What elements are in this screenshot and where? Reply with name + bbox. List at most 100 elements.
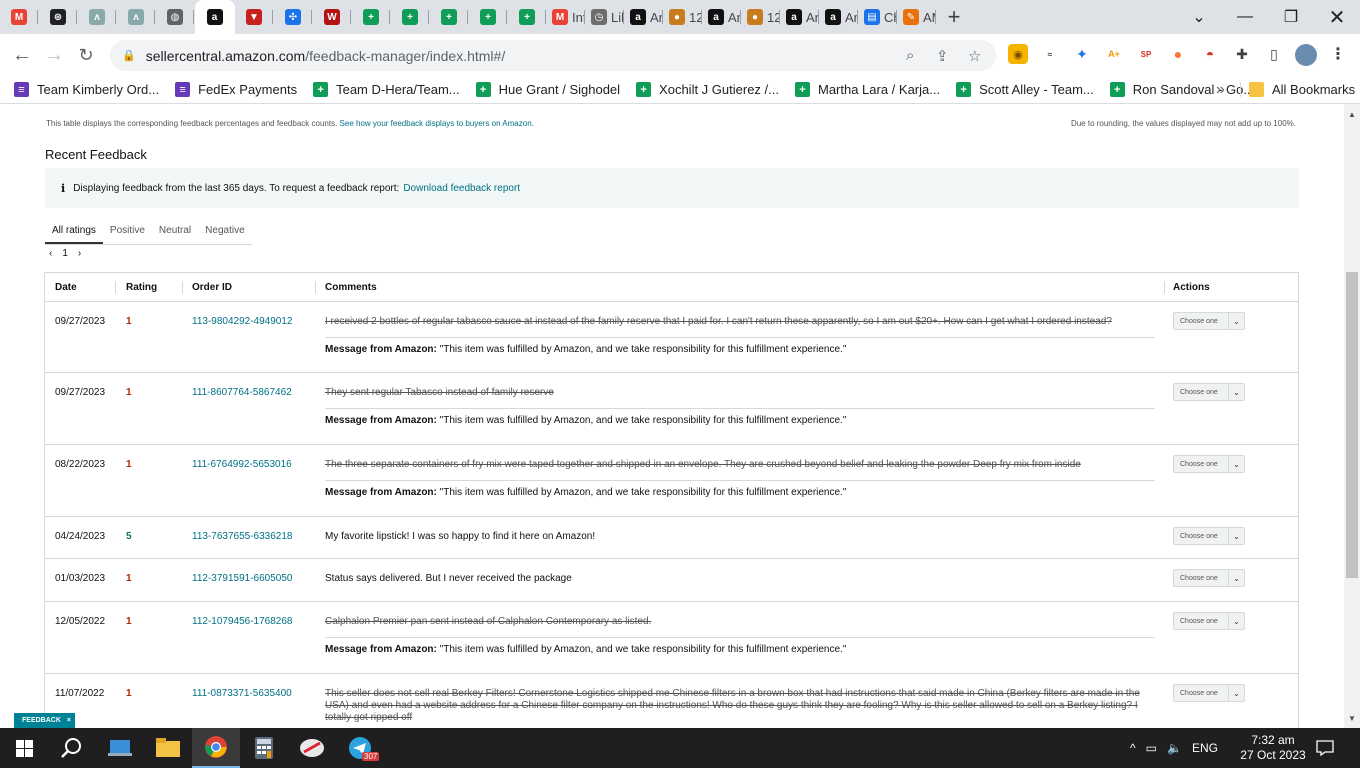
scroll-thumb[interactable] — [1346, 272, 1358, 578]
tray-chevron-icon[interactable]: ^ — [1130, 741, 1136, 755]
filter-tab-neutral[interactable]: Neutral — [152, 218, 198, 244]
firefox-extension-icon[interactable]: ● — [1168, 44, 1188, 64]
row-order-id-link[interactable]: 113-7637655-6336218 — [192, 531, 292, 542]
bookmark-item[interactable]: + Team D-Hera/Team... — [305, 82, 468, 97]
browser-tab[interactable]: aAn — [703, 0, 742, 34]
current-page[interactable]: 1 — [62, 248, 68, 259]
new-tab-button[interactable]: + — [937, 0, 971, 34]
browser-tab[interactable]: + — [391, 0, 430, 34]
side-panel-icon[interactable]: ▯ — [1264, 44, 1284, 64]
action-select[interactable]: Choose one ⌄ — [1173, 383, 1245, 401]
taskbar-app-snip[interactable] — [288, 728, 336, 768]
close-window-button[interactable]: ✕ — [1314, 0, 1360, 34]
action-select[interactable]: Choose one ⌄ — [1173, 684, 1245, 702]
search-button[interactable] — [48, 728, 96, 768]
col-order-id[interactable]: Order ID — [192, 282, 232, 293]
forward-button[interactable]: → — [38, 39, 70, 71]
taskbar-app-calculator[interactable] — [240, 728, 288, 768]
zoom-icon[interactable]: ⌕ — [906, 47, 914, 64]
restore-button[interactable]: ❐ — [1268, 0, 1314, 34]
feedback-widget-close-icon[interactable]: × — [67, 717, 71, 724]
language-indicator[interactable]: ENG — [1192, 741, 1218, 755]
back-button[interactable]: ← — [6, 39, 38, 71]
scroll-up-icon[interactable]: ▲ — [1348, 110, 1356, 119]
bookmark-item[interactable]: + Hue Grant / Sighodel — [468, 82, 628, 97]
browser-tab[interactable]: aAn — [781, 0, 820, 34]
minimize-button[interactable]: — — [1222, 0, 1268, 34]
row-order-id-link[interactable]: 111-8607764-5867462 — [192, 387, 292, 398]
filter-tab-positive[interactable]: Positive — [103, 218, 152, 244]
col-date[interactable]: Date — [55, 282, 77, 293]
taskbar-app-chrome[interactable] — [192, 728, 240, 768]
bookmark-item[interactable]: + Xochilt J Gutierez /... — [628, 82, 787, 97]
filter-tab-all-ratings[interactable]: All ratings — [45, 218, 103, 244]
alert-extension-icon[interactable]: SP — [1136, 44, 1156, 64]
bookmark-item[interactable]: ≡ FedEx Payments — [167, 82, 305, 97]
row-order-id-link[interactable]: 112-3791591-6605050 — [192, 573, 292, 584]
action-select[interactable]: Choose one ⌄ — [1173, 612, 1245, 630]
browser-tab[interactable]: aAn — [820, 0, 859, 34]
row-order-id-link[interactable]: 111-0873371-5635400 — [192, 688, 292, 699]
address-bar[interactable]: 🔒 sellercentral.amazon.com/feedback-mana… — [110, 40, 996, 71]
filter-tab-negative[interactable]: Negative — [198, 218, 251, 244]
bookmarks-overflow-button[interactable]: » — [1216, 81, 1225, 99]
browser-tab[interactable]: aAn — [625, 0, 664, 34]
extensions-puzzle-icon[interactable]: ✚ — [1232, 44, 1252, 64]
browser-tab[interactable]: + — [469, 0, 508, 34]
pokeball-extension-icon[interactable]: ◓ — [1200, 44, 1220, 64]
feedback-display-link[interactable]: See how your feedback displays to buyers… — [340, 119, 534, 128]
browser-tab[interactable]: ● 12 — [664, 0, 703, 34]
browser-tab[interactable]: ⊛ — [39, 0, 78, 34]
browser-tab[interactable]: ▼ — [235, 0, 274, 34]
tab-search-icon[interactable]: ⌄ — [1176, 0, 1222, 34]
blue-extension-icon[interactable]: ✦ — [1072, 44, 1092, 64]
bookmark-item[interactable]: + Martha Lara / Karja... — [787, 82, 948, 97]
share-icon[interactable]: ⇪ — [936, 47, 949, 65]
bookmark-item[interactable]: ≡ Team Kimberly Ord... — [6, 82, 167, 97]
row-order-id-link[interactable]: 113-9804292-4949012 — [192, 316, 292, 327]
row-order-id-link[interactable]: 112-1079456-1768268 — [192, 616, 292, 627]
reload-button[interactable]: ↻ — [70, 39, 102, 71]
bookmark-item[interactable]: + Ron Sandoval - Go... — [1102, 82, 1262, 97]
browser-tab[interactable]: ● 12 — [742, 0, 781, 34]
browser-tab[interactable]: ✎AM — [898, 0, 937, 34]
scroll-down-icon[interactable]: ▼ — [1348, 714, 1356, 723]
bookmark-item[interactable]: + Scott Alley - Team... — [948, 82, 1102, 97]
browser-tab[interactable]: ▤Ch — [859, 0, 898, 34]
taskbar-app-computer[interactable] — [96, 728, 144, 768]
action-select[interactable]: Choose one ⌄ — [1173, 527, 1245, 545]
browser-tab[interactable]: a — [195, 0, 235, 34]
browser-tab[interactable]: W — [313, 0, 352, 34]
browser-tab[interactable]: ✣ — [274, 0, 313, 34]
notifications-icon[interactable] — [1316, 728, 1334, 768]
feedback-widget[interactable]: FEEDBACK × — [14, 713, 75, 728]
prev-page-button[interactable]: ‹ — [49, 248, 52, 259]
browser-tab[interactable]: ◷ Lil — [586, 0, 625, 34]
volume-icon[interactable]: 🔈 — [1167, 741, 1182, 755]
taskbar-app-telegram[interactable]: 307 — [336, 728, 384, 768]
profile-avatar[interactable] — [1295, 44, 1317, 66]
logo-extension-icon[interactable]: ≈ — [1040, 44, 1060, 64]
browser-tab[interactable]: M Int — [547, 0, 586, 34]
action-select[interactable]: Choose one ⌄ — [1173, 312, 1245, 330]
all-bookmarks-button[interactable]: . All Bookmarks — [1240, 82, 1360, 97]
taskbar-app-file-explorer[interactable] — [144, 728, 192, 768]
action-select[interactable]: Choose one ⌄ — [1173, 569, 1245, 587]
next-page-button[interactable]: › — [78, 248, 81, 259]
honey-extension-icon[interactable]: ◉ — [1008, 44, 1028, 64]
download-report-link[interactable]: Download feedback report — [403, 183, 520, 194]
action-select[interactable]: Choose one ⌄ — [1173, 455, 1245, 473]
page-scrollbar[interactable]: ▲ ▼ — [1344, 104, 1360, 728]
browser-tab[interactable]: ʌ — [117, 0, 156, 34]
col-rating[interactable]: Rating — [126, 282, 157, 293]
browser-menu-icon[interactable]: ⋮ — [1328, 44, 1348, 64]
browser-tab[interactable]: ◍ — [156, 0, 195, 34]
browser-tab[interactable]: + — [430, 0, 469, 34]
browser-tab[interactable]: + — [508, 0, 547, 34]
row-order-id-link[interactable]: 111-6764992-5653016 — [192, 459, 292, 470]
clock[interactable]: 7:32 am 27 Oct 2023 — [1240, 728, 1306, 768]
network-icon[interactable]: ▭ — [1146, 741, 1157, 755]
browser-tab[interactable]: + — [352, 0, 391, 34]
start-button[interactable] — [0, 728, 48, 768]
browser-tab[interactable]: M — [0, 0, 39, 34]
